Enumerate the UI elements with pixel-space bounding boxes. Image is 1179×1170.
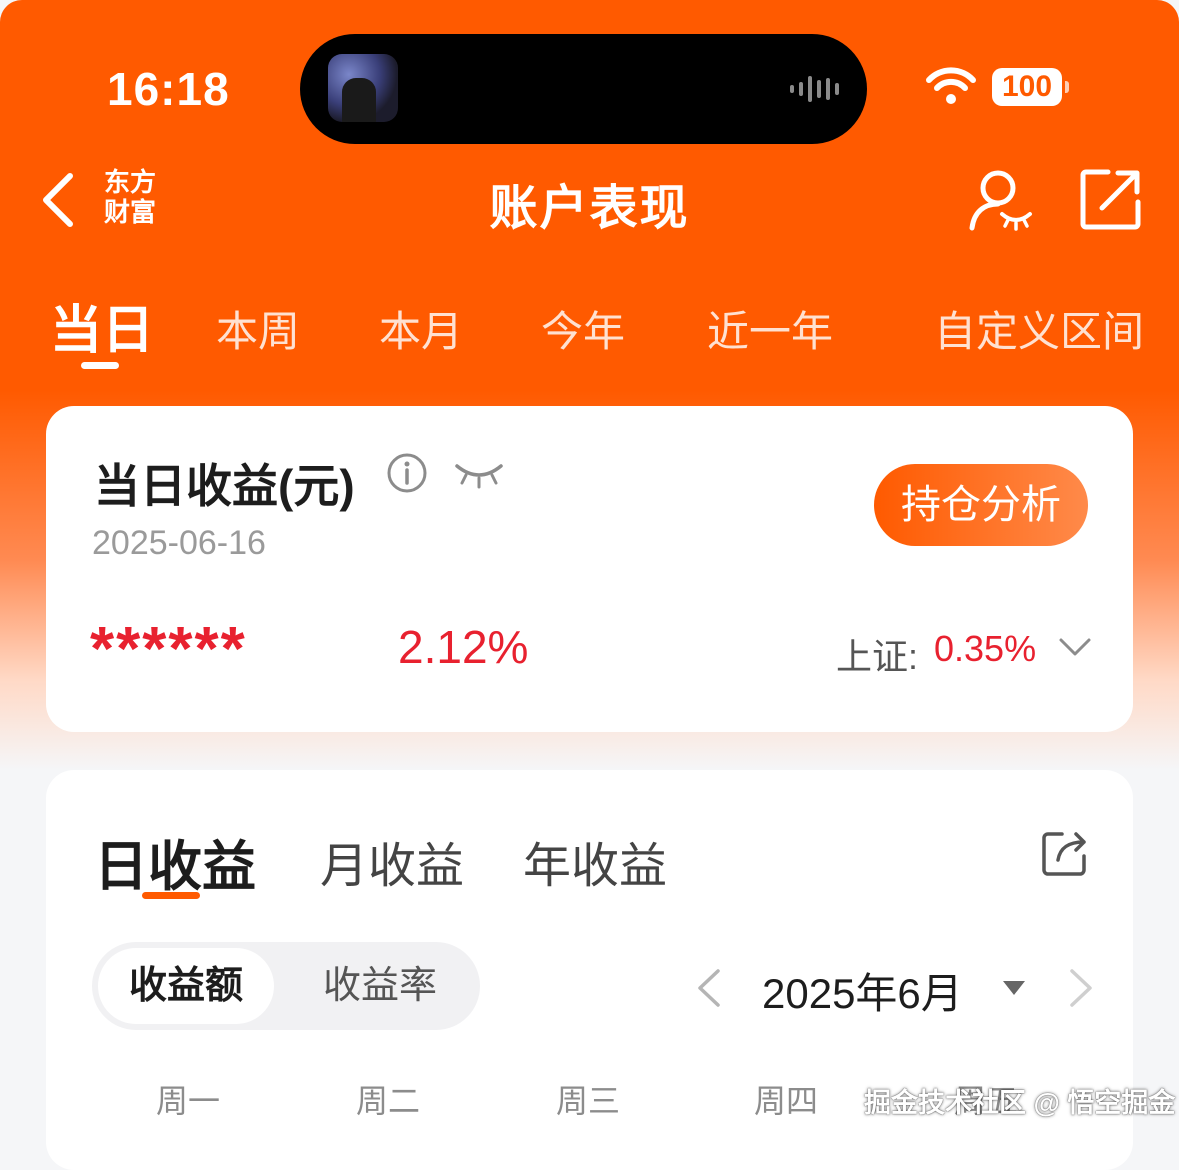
masked-amount: ******	[90, 615, 247, 684]
export-icon[interactable]	[1040, 828, 1090, 878]
tab-this-week[interactable]: 本周	[216, 298, 300, 359]
caret-down-icon[interactable]	[1002, 980, 1026, 996]
toggle-amount[interactable]: 收益额	[98, 948, 274, 1024]
weekday-thu: 周四	[753, 1083, 818, 1119]
dynamic-island[interactable]	[300, 34, 867, 144]
return-percent: 2.12%	[398, 621, 529, 673]
tab-yearly-earnings[interactable]: 年收益	[523, 826, 667, 896]
user-eye-icon[interactable]	[968, 168, 1034, 232]
tab-this-month[interactable]: 本月	[379, 298, 463, 359]
tab-today[interactable]: 当日	[50, 288, 154, 363]
info-icon[interactable]	[386, 452, 428, 494]
watermark: 掘金技术社区 @ 悟空掘金	[864, 1088, 1176, 1118]
chevron-left-icon[interactable]	[694, 968, 722, 1008]
daily-summary-card: 当日收益(元) 2025-06-16 持仓分析 ****** 2.12% 上证:…	[46, 406, 1133, 732]
index-value: 0.35%	[934, 628, 1037, 669]
metric-toggle: 收益额 收益率	[92, 942, 480, 1030]
tab-last-year[interactable]: 近一年	[707, 298, 833, 359]
chevron-down-icon[interactable]	[1058, 636, 1092, 658]
weekday-mon: 周一	[155, 1083, 220, 1119]
index-label: 上证:	[836, 636, 919, 677]
earnings-tab-indicator	[142, 892, 200, 899]
tab-daily-earnings[interactable]: 日收益	[94, 822, 256, 901]
now-playing-artwork	[328, 54, 398, 122]
status-time: 16:18	[107, 63, 230, 115]
weekday-tue: 周二	[355, 1083, 420, 1119]
tab-custom-range[interactable]: 自定义区间	[934, 298, 1144, 359]
battery-icon: 100	[992, 68, 1069, 106]
weekday-wed: 周三	[555, 1083, 620, 1119]
tab-this-year[interactable]: 今年	[541, 298, 625, 359]
chevron-right-icon[interactable]	[1068, 968, 1096, 1008]
wifi-icon	[926, 67, 976, 104]
audio-wave-icon	[790, 74, 839, 104]
share-icon[interactable]	[1080, 168, 1142, 230]
eye-closed-icon[interactable]	[454, 460, 504, 490]
toggle-rate[interactable]: 收益率	[292, 948, 468, 1024]
summary-title: 当日收益(元)	[94, 460, 355, 512]
summary-date: 2025-06-16	[92, 524, 266, 562]
tab-monthly-earnings[interactable]: 月收益	[320, 826, 464, 896]
tab-indicator	[81, 362, 119, 369]
holdings-analysis-button[interactable]: 持仓分析	[874, 464, 1088, 546]
month-selector[interactable]: 2025年6月	[762, 960, 963, 1021]
